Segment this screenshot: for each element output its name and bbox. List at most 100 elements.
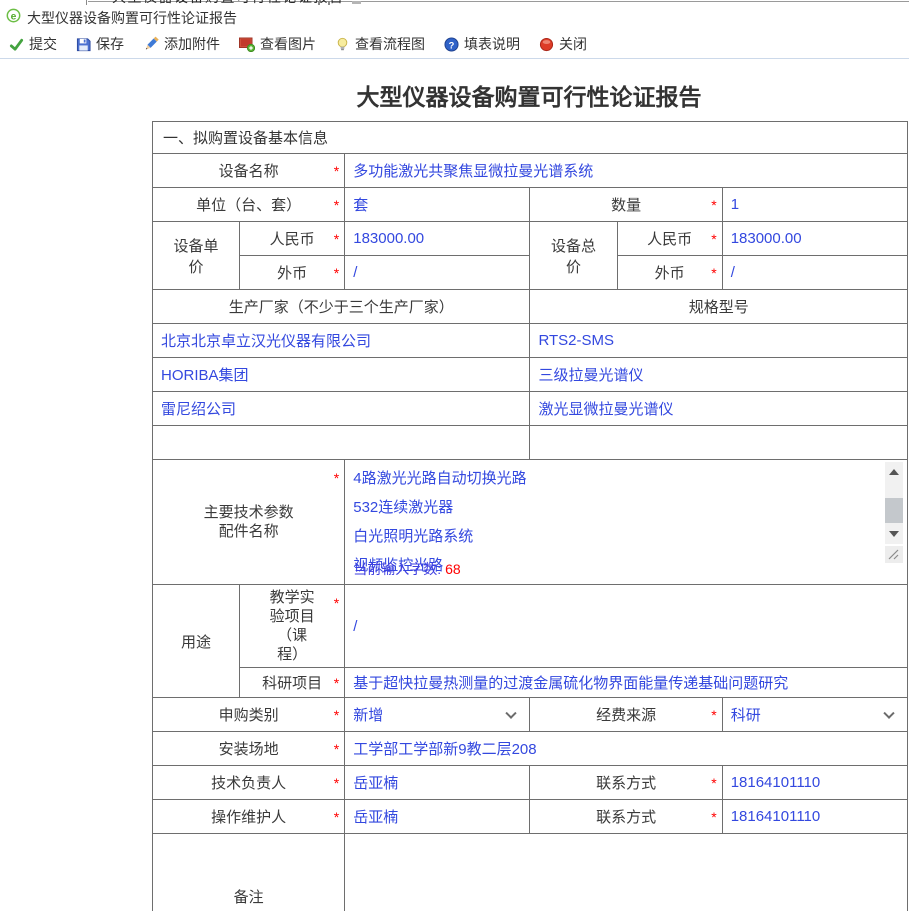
required-asterisk: * xyxy=(334,163,339,179)
scrollbar-thumb[interactable] xyxy=(885,498,903,523)
view-image-button[interactable]: 查看图片 xyxy=(239,34,316,54)
required-asterisk: * xyxy=(334,265,339,281)
purchase-type-select[interactable]: 新增 xyxy=(345,698,530,732)
clipped-tab-text: 大型仪器设备购置可行性论证报告 xyxy=(112,0,345,5)
save-button[interactable]: 保存 xyxy=(76,34,124,54)
operator-label: 操作维护人 * xyxy=(153,800,345,834)
close-label: 关闭 xyxy=(559,34,587,54)
operator-contact-field[interactable]: 18164101110 xyxy=(722,800,907,834)
close-button[interactable]: 关闭 xyxy=(539,34,587,54)
tech-leader-contact-field[interactable]: 18164101110 xyxy=(722,766,907,800)
operator-contact-label: 联系方式 * xyxy=(530,800,722,834)
flowchart-bulb-icon xyxy=(335,37,350,52)
table-row xyxy=(153,426,908,460)
device-name-field[interactable]: 多功能激光共聚焦显微拉曼光谱系统 xyxy=(345,154,908,188)
tech-params-textarea[interactable]: 4路激光光路自动切换光路 532连续激光器 白光照明光路系统 视频监控光路 当前… xyxy=(345,460,908,585)
textarea-resize-grip[interactable] xyxy=(885,546,903,563)
add-attachment-button[interactable]: 添加附件 xyxy=(143,34,220,54)
required-asterisk: * xyxy=(334,809,339,825)
fund-source-label: 经费来源 * xyxy=(530,698,722,732)
total-price-rmb-field[interactable]: 183000.00 xyxy=(722,222,907,256)
attachment-pencil-icon xyxy=(143,36,159,52)
unit-price-foreign-field[interactable]: / xyxy=(345,256,530,290)
unit-price-group-label: 设备单价 xyxy=(153,222,240,290)
tech-leader-field[interactable]: 岳亚楠 xyxy=(345,766,530,800)
model-2-field[interactable]: 三级拉曼光谱仪 xyxy=(530,358,908,392)
view-flowchart-label: 查看流程图 xyxy=(355,34,425,54)
scroll-up-icon[interactable] xyxy=(889,469,899,475)
form-title: 大型仪器设备购置可行性论证报告 xyxy=(152,78,906,112)
required-asterisk: * xyxy=(711,265,716,281)
required-asterisk: * xyxy=(334,775,339,791)
teaching-project-field[interactable]: / xyxy=(345,585,908,668)
required-asterisk: * xyxy=(334,595,339,611)
tech-leader-contact-label: 联系方式 * xyxy=(530,766,722,800)
clipped-browser-chrome: 大型仪器设备购置可行性论证报告 xyxy=(0,0,909,5)
operator-field[interactable]: 岳亚楠 xyxy=(345,800,530,834)
required-asterisk: * xyxy=(334,470,339,486)
submit-label: 提交 xyxy=(29,34,57,54)
feasibility-report-table: 一、拟购置设备基本信息 设备名称 * 多功能激光共聚焦显微拉曼光谱系统 单位（台… xyxy=(152,121,908,911)
view-image-label: 查看图片 xyxy=(260,34,316,54)
tech-params-label: 主要技术参数 配件名称 * xyxy=(153,460,345,585)
check-icon xyxy=(9,37,24,52)
textarea-scrollbar[interactable] xyxy=(885,462,903,544)
green-e-icon: e xyxy=(6,8,21,28)
manufacturer-3-field[interactable]: 雷尼绍公司 xyxy=(153,392,530,426)
teaching-project-label: 教学实验项目 （课程） * xyxy=(240,585,345,668)
model-3-field[interactable]: 激光显微拉曼光谱仪 xyxy=(530,392,908,426)
submit-button[interactable]: 提交 xyxy=(9,34,57,54)
tab-edge-fragment xyxy=(86,0,87,5)
new-tab-fragment xyxy=(352,1,361,4)
device-name-label: 设备名称 * xyxy=(153,154,345,188)
unit-price-rmb-field[interactable]: 183000.00 xyxy=(345,222,530,256)
save-floppy-icon xyxy=(76,37,91,52)
required-asterisk: * xyxy=(711,775,716,791)
install-location-field[interactable]: 工学部工学部新9教二层208 xyxy=(345,732,908,766)
quantity-label: 数量 * xyxy=(530,188,722,222)
table-row: HORIBA集团 三级拉曼光谱仪 xyxy=(153,358,908,392)
unit-price-rmb-label: 人民币 * xyxy=(240,222,345,256)
chevron-down-icon xyxy=(506,707,517,718)
section1-header: 一、拟购置设备基本信息 xyxy=(153,122,908,154)
unit-field[interactable]: 套 xyxy=(345,188,530,222)
fund-source-select[interactable]: 科研 xyxy=(722,698,907,732)
model-1-field[interactable]: RTS2-SMS xyxy=(530,324,908,358)
required-asterisk: * xyxy=(334,707,339,723)
research-project-label: 科研项目 * xyxy=(240,668,345,698)
manufacturer-header: 生产厂家（不少于三个生产厂家） xyxy=(153,290,530,324)
view-flowchart-button[interactable]: 查看流程图 xyxy=(335,34,425,54)
required-asterisk: * xyxy=(334,197,339,213)
scroll-down-icon[interactable] xyxy=(889,531,899,537)
unit-price-foreign-label: 外币 * xyxy=(240,256,345,290)
total-price-foreign-field[interactable]: / xyxy=(722,256,907,290)
required-asterisk: * xyxy=(334,231,339,247)
manufacturer-4-field[interactable] xyxy=(153,426,530,460)
required-asterisk: * xyxy=(334,675,339,691)
unit-label: 单位（台、套） * xyxy=(153,188,345,222)
page-title: 大型仪器设备购置可行性论证报告 xyxy=(27,8,237,28)
model-4-field[interactable] xyxy=(530,426,908,460)
required-asterisk: * xyxy=(711,809,716,825)
table-row: 北京北京卓立汉光仪器有限公司 RTS2-SMS xyxy=(153,324,908,358)
char-count: 当前输入字数:68 xyxy=(353,559,460,579)
save-label: 保存 xyxy=(96,34,124,54)
research-project-field[interactable]: 基于超快拉曼热测量的过渡金属硫化物界面能量传递基础问题研究 xyxy=(345,668,908,698)
manufacturer-1-field[interactable]: 北京北京卓立汉光仪器有限公司 xyxy=(153,324,530,358)
usage-group-label: 用途 xyxy=(153,585,240,698)
svg-text:?: ? xyxy=(449,40,455,50)
model-header: 规格型号 xyxy=(530,290,908,324)
total-price-foreign-label: 外币 * xyxy=(617,256,722,290)
purchase-type-label: 申购类别 * xyxy=(153,698,345,732)
svg-text:e: e xyxy=(11,11,17,22)
chevron-down-icon xyxy=(883,707,894,718)
remarks-textarea[interactable]: 当前输入字数:0 xyxy=(345,834,908,911)
required-asterisk: * xyxy=(711,707,716,723)
quantity-field[interactable]: 1 xyxy=(722,188,907,222)
tab-control-fragment xyxy=(318,1,330,5)
form-help-button[interactable]: ? 填表说明 xyxy=(444,34,520,54)
page-tab-row: e 大型仪器设备购置可行性论证报告 xyxy=(0,5,909,30)
manufacturer-2-field[interactable]: HORIBA集团 xyxy=(153,358,530,392)
add-attachment-label: 添加附件 xyxy=(164,34,220,54)
help-question-icon: ? xyxy=(444,37,459,52)
